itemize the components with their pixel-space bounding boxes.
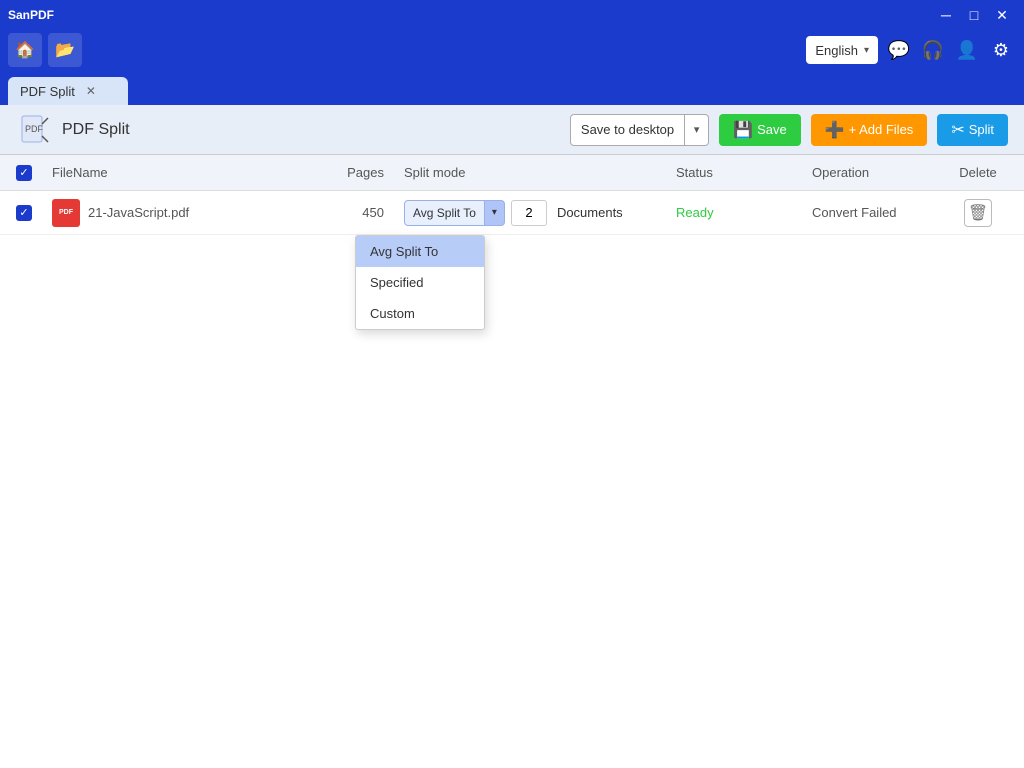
operation-header: Operation bbox=[812, 165, 948, 180]
app-name: SanPDF bbox=[8, 8, 54, 22]
split-unit: Documents bbox=[557, 205, 623, 220]
save-to-desktop-button[interactable]: Save to desktop bbox=[570, 114, 685, 146]
splitmode-header: Split mode bbox=[404, 165, 676, 180]
filename-cell: PDF 21-JavaScript.pdf bbox=[52, 199, 324, 227]
split-button[interactable]: ✂ Split bbox=[937, 114, 1008, 146]
split-mode-arrow-button[interactable]: ▾ bbox=[485, 200, 505, 226]
header-checkbox[interactable]: ✓ bbox=[16, 165, 32, 181]
dropdown-arrow-icon: ▾ bbox=[694, 123, 700, 136]
split-mode-chevron-icon: ▾ bbox=[492, 207, 497, 218]
split-label: Split bbox=[969, 122, 994, 137]
operation-value: Convert Failed bbox=[812, 205, 897, 220]
user-icon: 👤 bbox=[956, 40, 978, 61]
headset-icon: 🎧 bbox=[922, 40, 944, 61]
dropdown-item-avg-split[interactable]: Avg Split To bbox=[356, 236, 484, 267]
file-name: 21-JavaScript.pdf bbox=[88, 205, 189, 220]
minimize-button[interactable]: ─ bbox=[932, 5, 960, 25]
chevron-down-icon: ▾ bbox=[864, 45, 869, 56]
chat-button[interactable]: 💬 bbox=[884, 35, 914, 65]
tab-bar: PDF Split ✕ bbox=[0, 70, 1024, 105]
status-cell: Ready bbox=[676, 205, 812, 220]
split-icon: ✂ bbox=[951, 120, 964, 140]
table-header: ✓ FileName Pages Split mode Status Opera… bbox=[0, 155, 1024, 191]
delete-button[interactable]: 🗑 bbox=[964, 199, 992, 227]
row-checkbox[interactable]: ✓ bbox=[16, 205, 32, 221]
svg-text:PDF: PDF bbox=[25, 124, 44, 134]
delete-cell: 🗑 bbox=[948, 199, 1008, 227]
save-icon: 💾 bbox=[733, 120, 753, 140]
title-bar: SanPDF ─ □ ✕ bbox=[0, 0, 1024, 30]
add-files-label: + Add Files bbox=[849, 122, 914, 137]
split-mode-cell: Avg Split To ▾ Documents bbox=[404, 200, 676, 226]
operation-cell: Convert Failed bbox=[812, 205, 948, 220]
save-label: Save bbox=[757, 122, 787, 137]
trash-icon: 🗑 bbox=[968, 203, 988, 223]
tab-close-button[interactable]: ✕ bbox=[83, 83, 99, 99]
maximize-button[interactable]: □ bbox=[960, 5, 988, 25]
user-button[interactable]: 👤 bbox=[952, 35, 982, 65]
pages-header: Pages bbox=[324, 165, 404, 180]
home-icon: 🏠 bbox=[15, 40, 35, 60]
split-mode-dropdown-button[interactable]: Avg Split To bbox=[404, 200, 485, 226]
home-button[interactable]: 🏠 bbox=[8, 33, 42, 67]
language-selector[interactable]: English ▾ bbox=[806, 36, 878, 64]
add-files-button[interactable]: ➕ + Add Files bbox=[811, 114, 928, 146]
table-row: ✓ PDF 21-JavaScript.pdf 450 Avg Split To… bbox=[0, 191, 1024, 235]
status-header: Status bbox=[676, 165, 812, 180]
pdf-split-tab[interactable]: PDF Split ✕ bbox=[8, 77, 128, 105]
dropdown-item-custom[interactable]: Custom bbox=[356, 298, 484, 329]
save-desktop-dropdown-button[interactable]: ▾ bbox=[685, 114, 709, 146]
dropdown-item-specified[interactable]: Specified bbox=[356, 267, 484, 298]
action-bar: PDF PDF Split Save to desktop ▾ 💾 Save ➕… bbox=[0, 105, 1024, 155]
split-mode-label: Avg Split To bbox=[413, 206, 476, 220]
row-check-icon: ✓ bbox=[19, 206, 28, 219]
close-button[interactable]: ✕ bbox=[988, 5, 1016, 25]
check-icon: ✓ bbox=[19, 166, 28, 179]
chat-icon: 💬 bbox=[888, 40, 910, 61]
filename-header: FileName bbox=[52, 165, 324, 180]
save-desktop-group: Save to desktop ▾ bbox=[570, 114, 709, 146]
add-icon: ➕ bbox=[825, 120, 845, 140]
page-title: PDF Split bbox=[62, 121, 306, 139]
tab-label: PDF Split bbox=[20, 84, 75, 99]
settings-button[interactable]: ⚙ bbox=[986, 35, 1016, 65]
save-button[interactable]: 💾 Save bbox=[719, 114, 801, 146]
split-count-input[interactable] bbox=[511, 200, 547, 226]
pages-cell: 450 bbox=[324, 205, 404, 220]
folder-icon: 📂 bbox=[55, 40, 75, 60]
language-label: English bbox=[815, 43, 858, 58]
pdf-file-icon: PDF bbox=[52, 199, 80, 227]
folder-button[interactable]: 📂 bbox=[48, 33, 82, 67]
pdf-split-icon: PDF bbox=[16, 112, 52, 148]
save-desktop-label: Save to desktop bbox=[581, 122, 674, 137]
top-right-icons: 💬 🎧 👤 ⚙ bbox=[884, 35, 1016, 65]
split-mode-dropdown: Avg Split To Specified Custom bbox=[355, 235, 485, 330]
status-value: Ready bbox=[676, 205, 714, 220]
delete-header: Delete bbox=[948, 165, 1008, 180]
gear-icon: ⚙ bbox=[993, 40, 1009, 61]
headset-button[interactable]: 🎧 bbox=[918, 35, 948, 65]
main-content bbox=[0, 235, 1024, 768]
